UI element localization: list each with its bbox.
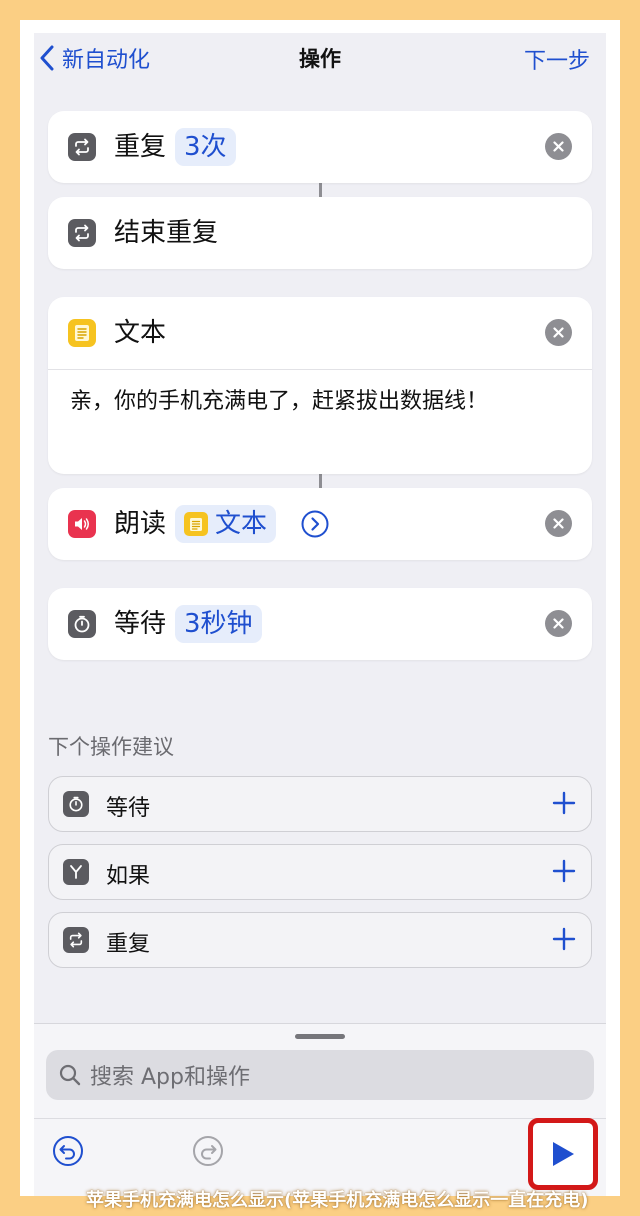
timer-icon: [63, 791, 89, 817]
close-icon: [553, 618, 564, 629]
speak-input-label: 文本: [215, 509, 268, 539]
speak-input-token[interactable]: 文本: [175, 505, 277, 543]
run-play-button[interactable]: [528, 1118, 598, 1190]
action-label: 重复: [114, 132, 167, 162]
suggestion-item-repeat[interactable]: 重复: [48, 912, 592, 968]
page-title: 操作: [299, 47, 341, 71]
action-label: 文本: [114, 318, 167, 348]
text-document-icon: [68, 319, 96, 347]
plus-icon[interactable]: [551, 926, 577, 952]
action-label: 结束重复: [114, 218, 219, 248]
suggestion-item-if[interactable]: 如果: [48, 844, 592, 900]
repeat-icon: [68, 219, 96, 247]
remove-action-button[interactable]: [545, 510, 572, 537]
search-input[interactable]: 搜索 App和操作: [46, 1050, 594, 1100]
play-icon: [553, 1142, 574, 1166]
action-label: 朗读: [114, 509, 167, 539]
remove-action-button[interactable]: [545, 133, 572, 160]
repeat-count-token[interactable]: 3次: [175, 128, 236, 166]
repeat-icon: [63, 927, 89, 953]
action-search-sheet: 搜索 App和操作: [34, 1023, 606, 1196]
watermark-caption: 苹果手机充满电怎么显示(苹果手机充满电怎么显示一直在充电): [86, 1190, 589, 1211]
sheet-grabber-handle[interactable]: [295, 1034, 345, 1039]
wait-duration-token[interactable]: 3秒钟: [175, 605, 262, 643]
suggestion-label: 等待: [106, 796, 151, 821]
speaker-icon: [68, 510, 96, 538]
close-icon: [553, 327, 564, 338]
suggestions-heading: 下个操作建议: [48, 735, 174, 759]
suggestion-item-wait[interactable]: 等待: [48, 776, 592, 832]
text-document-icon: [184, 512, 208, 536]
action-card-speak[interactable]: 朗读 文本: [48, 488, 592, 560]
timer-icon: [68, 610, 96, 638]
chevron-right-circle-icon[interactable]: [301, 510, 329, 538]
action-label: 等待: [114, 609, 167, 639]
toolbar-divider: [34, 1118, 606, 1119]
action-card-wait[interactable]: 等待 3秒钟: [48, 588, 592, 660]
action-card-text[interactable]: 文本 亲，你的手机充满电了，赶紧拔出数据线！: [48, 297, 592, 474]
redo-icon: [193, 1136, 223, 1166]
flow-connector: [319, 474, 322, 488]
plus-icon[interactable]: [551, 790, 577, 816]
repeat-icon: [68, 133, 96, 161]
phone-screen: 新自动化 操作 下一步 重复 3次 结束重复 文本 亲，你的手机充满电了，赶紧拔…: [34, 33, 606, 1196]
close-icon: [553, 141, 564, 152]
flow-connector: [319, 183, 322, 197]
remove-action-button[interactable]: [545, 319, 572, 346]
next-button[interactable]: 下一步: [524, 43, 590, 75]
card-divider: [48, 369, 592, 370]
search-placeholder: 搜索 App和操作: [90, 1065, 250, 1090]
search-icon: [59, 1064, 81, 1086]
navigation-bar: 新自动化 操作 下一步: [34, 33, 606, 83]
plus-icon[interactable]: [551, 858, 577, 884]
suggestion-label: 如果: [106, 864, 151, 889]
branch-icon: [63, 859, 89, 885]
remove-action-button[interactable]: [545, 610, 572, 637]
undo-icon[interactable]: [52, 1135, 84, 1167]
text-content-field[interactable]: 亲，你的手机充满电了，赶紧拔出数据线！: [70, 383, 488, 415]
suggestion-label: 重复: [106, 932, 151, 957]
action-card-repeat[interactable]: 重复 3次: [48, 111, 592, 183]
action-card-end-repeat[interactable]: 结束重复: [48, 197, 592, 269]
close-icon: [553, 518, 564, 529]
